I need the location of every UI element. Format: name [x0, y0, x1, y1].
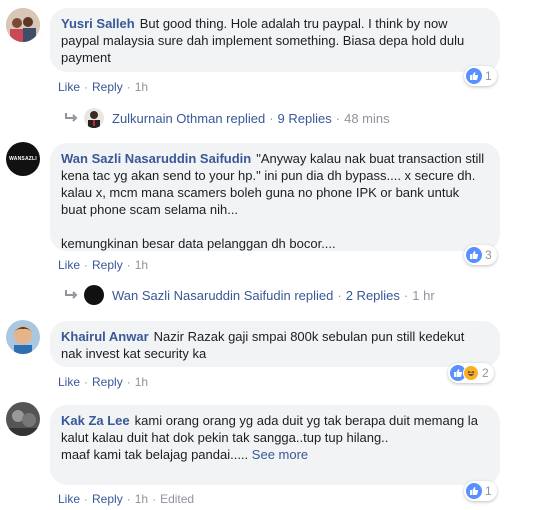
- view-replies[interactable]: Zulkurnain Othman replied · 9 Replies · 48 m…: [64, 108, 390, 128]
- comment-text-second: maaf kami tak belajag pandai.....: [61, 447, 249, 462]
- reaction-summary[interactable]: 1: [464, 66, 497, 86]
- separator-dot: ·: [84, 258, 89, 272]
- reaction-summary[interactable]: 1: [464, 481, 497, 501]
- comment-bubble: Yusri Salleh But good thing. Hole adalah …: [50, 8, 500, 72]
- comment-bubble: Wan Sazli Nasaruddin Saifudin "Anyway kal…: [50, 143, 500, 251]
- reaction-count: 1: [485, 484, 492, 498]
- reply-link[interactable]: Reply: [92, 258, 123, 272]
- separator-dot: ·: [126, 80, 131, 94]
- reply-arrow-icon: [65, 113, 78, 122]
- comment-bubble: Khairul Anwar Nazir Razak gaji smpai 800k…: [50, 321, 500, 367]
- like-link[interactable]: Like: [58, 258, 80, 272]
- comment-time[interactable]: 1h: [135, 258, 148, 272]
- replies-count: 2 Replies: [345, 287, 400, 303]
- separator-dot: ·: [269, 110, 274, 126]
- separator-dot: ·: [335, 110, 341, 126]
- like-icon: [466, 247, 482, 263]
- like-link[interactable]: Like: [58, 80, 80, 94]
- edited-label: Edited: [160, 492, 195, 506]
- reply-link[interactable]: Reply: [92, 375, 123, 389]
- separator-dot: ·: [126, 258, 131, 272]
- replies-count: 9 Replies: [277, 110, 332, 126]
- reaction-count: 1: [485, 69, 492, 83]
- comment-actions: Like · Reply · 1h · Edited: [58, 492, 194, 506]
- avatar[interactable]: [6, 8, 40, 42]
- like-icon: [466, 483, 482, 499]
- replier-name: Zulkurnain Othman replied: [112, 110, 266, 126]
- separator-dot: ·: [84, 80, 89, 94]
- comment-author[interactable]: Wan Sazli Nasaruddin Saifudin: [61, 151, 251, 166]
- separator-dot: ·: [84, 492, 89, 506]
- replier-avatar: [84, 285, 104, 305]
- reply-link[interactable]: Reply: [92, 492, 123, 506]
- reaction-summary[interactable]: 2: [448, 363, 494, 383]
- replier-name: Wan Sazli Nasaruddin Saifudin replied: [112, 287, 334, 303]
- comment-actions: Like · Reply · 1h: [58, 375, 148, 389]
- separator-dot: ·: [337, 287, 342, 303]
- reply-arrow-icon: [65, 290, 78, 299]
- avatar[interactable]: [6, 402, 40, 436]
- comment-time[interactable]: 1h: [135, 80, 148, 94]
- replies-time: 1 hr: [412, 287, 435, 303]
- avatar[interactable]: WANSAZLI: [6, 142, 40, 176]
- comment-text-second: kemungkinan besar data pelanggan dh boco…: [61, 236, 336, 251]
- separator-dot: ·: [403, 287, 409, 303]
- replier-avatar: [84, 108, 104, 128]
- separator-dot: ·: [152, 492, 157, 506]
- like-icon: [466, 68, 482, 84]
- comment-time[interactable]: 1h: [135, 375, 148, 389]
- like-link[interactable]: Like: [58, 492, 80, 506]
- separator-dot: ·: [126, 375, 131, 389]
- separator-dot: ·: [84, 375, 89, 389]
- comment-author[interactable]: Yusri Salleh: [61, 16, 135, 31]
- separator-dot: ·: [126, 492, 131, 506]
- reaction-count: 2: [482, 366, 489, 380]
- comment-bubble: Kak Za Lee kami orang orang yg ada duit y…: [50, 405, 500, 485]
- haha-icon: [463, 365, 479, 381]
- avatar-logo-text: WANSAZLI: [9, 156, 37, 162]
- reaction-summary[interactable]: 3: [464, 245, 497, 265]
- comment-author[interactable]: Khairul Anwar: [61, 329, 149, 344]
- comment-time[interactable]: 1h: [135, 492, 148, 506]
- avatar[interactable]: [6, 320, 40, 354]
- reaction-count: 3: [485, 248, 492, 262]
- comment-author[interactable]: Kak Za Lee: [61, 413, 130, 428]
- reply-link[interactable]: Reply: [92, 80, 123, 94]
- like-link[interactable]: Like: [58, 375, 80, 389]
- view-replies[interactable]: Wan Sazli Nasaruddin Saifudin replied · 2 …: [64, 285, 435, 305]
- comment-actions: Like · Reply · 1h: [58, 80, 148, 94]
- replies-time: 48 mins: [344, 110, 390, 126]
- comment-actions: Like · Reply · 1h: [58, 258, 148, 272]
- see-more-link[interactable]: See more: [252, 447, 308, 462]
